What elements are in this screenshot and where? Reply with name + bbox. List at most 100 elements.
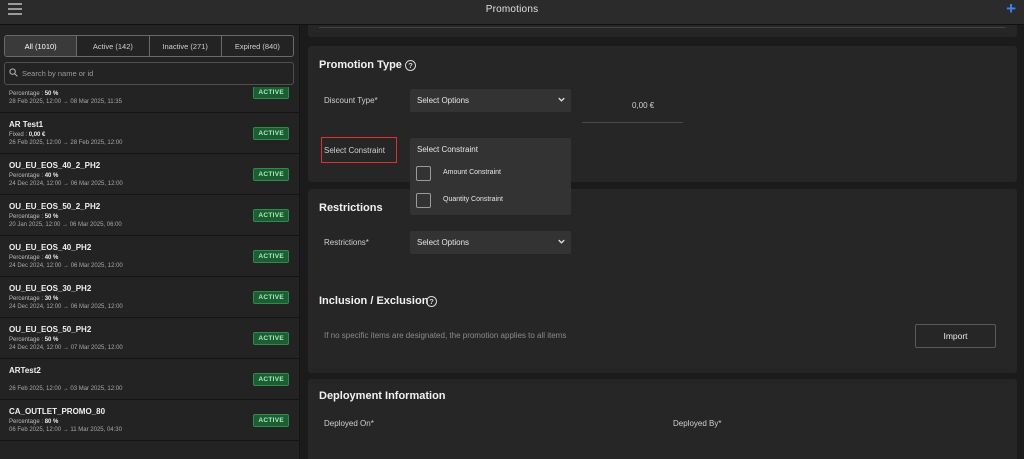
list-item[interactable]: OU_EU_EOS_40_2_PH2 Percentage : 40 % 24 De…: [0, 154, 299, 195]
constraint-dropdown: Amount Constraint Quantity Constraint: [410, 161, 571, 215]
promotion-name: OU_EU_EOS_30_PH2: [9, 284, 92, 293]
search-box: [4, 62, 294, 85]
promotion-value: 0,00 €: [28, 132, 46, 138]
promotion-type: Percentage : 50 %: [9, 337, 59, 343]
discount-type-value: Select Options: [417, 96, 470, 105]
promotion-name: CA_OUTLET_PROMO_80: [9, 407, 106, 416]
discount-type-label: Discount Type*: [324, 96, 378, 105]
promotion-name: AR Test1: [9, 120, 44, 129]
checkbox-amount-constraint[interactable]: [416, 166, 431, 181]
chevron-down-icon: [558, 239, 565, 244]
restrictions-label: Restrictions*: [324, 238, 369, 247]
promotion-name: OU_EU_EOS_50_PH2: [9, 325, 92, 334]
status-badge: ACTIVE: [253, 291, 289, 304]
promotion-type-label: Percentage: [9, 214, 40, 220]
promotion-type: Percentage : 50 %: [9, 214, 59, 220]
list-item[interactable]: OU_EU_EOS_40_PH2 Percentage : 40 % 24 Dec …: [0, 236, 299, 277]
option-amount-constraint[interactable]: Amount Constraint: [410, 161, 571, 188]
promotion-dates: 24 Dec 2024, 12:00 → 06 Mar 2025, 12:00: [9, 181, 123, 187]
promotion-value: 80 %: [44, 419, 59, 425]
filter-tab-inactive[interactable]: Inactive (271): [150, 36, 222, 56]
status-badge: ACTIVE: [253, 127, 289, 140]
help-circle-icon[interactable]: ?: [405, 60, 416, 71]
constraint-select[interactable]: Select Constraint: [410, 138, 571, 161]
promotion-type: Percentage : 50 %: [9, 91, 59, 97]
restrictions-select[interactable]: Select Options: [410, 231, 571, 254]
promotion-type: Percentage : 30 %: [9, 296, 59, 302]
option-label: Amount Constraint: [443, 169, 501, 176]
deployment-card: Deployment Information Deployed On* Depl…: [308, 379, 1017, 459]
promotion-value: 50 %: [44, 214, 59, 220]
promotion-value: 50 %: [44, 91, 59, 97]
promotion-type-title: Promotion Type: [319, 59, 402, 71]
amount-value: 0,00 €: [632, 101, 655, 110]
list-item[interactable]: ARTest2 26 Feb 2025, 12:00 → 03 Mar 2025,…: [0, 359, 299, 400]
promotion-list: 50_OFF_KITZBUHEL_CLOSURE Percentage : 50 …: [0, 87, 299, 459]
promotion-type-label: Percentage: [9, 255, 40, 261]
deployed-by-label: Deployed By*: [673, 419, 722, 428]
promotion-dates: 28 Feb 2025, 12:00 → 08 Mar 2025, 11:35: [9, 99, 122, 105]
previous-section-card: [308, 25, 1017, 37]
promotion-name: ARTest2: [9, 366, 41, 375]
status-badge: ACTIVE: [253, 209, 289, 222]
constraint-label: Select Constraint: [324, 146, 385, 155]
promotion-type-label: Percentage: [9, 337, 40, 343]
promotion-name: OU_EU_EOS_50_2_PH2: [9, 202, 101, 211]
chevron-down-icon: [558, 97, 565, 102]
promotion-dates: 24 Dec 2024, 12:00 → 07 Mar 2025, 12:00: [9, 345, 123, 351]
promotion-value: 50 %: [44, 337, 59, 343]
promotion-type-label: Percentage: [9, 173, 40, 179]
deployed-on-label: Deployed On*: [324, 419, 374, 428]
inclusion-title: Inclusion / Exclusion: [319, 295, 429, 307]
inclusion-note: If no specific items are designated, the…: [324, 331, 567, 340]
search-icon: [9, 68, 18, 77]
promotion-type-label: Percentage: [9, 419, 40, 425]
list-item[interactable]: OU_EU_EOS_30_PH2 Percentage : 30 % 24 Dec …: [0, 277, 299, 318]
constraint-select-value: Select Constraint: [417, 145, 478, 154]
list-item[interactable]: CA_OUTLET_PROMO_80 Percentage : 80 % 06 Fe…: [0, 400, 299, 441]
promotion-type: Fixed : 0,00 €: [9, 132, 46, 138]
list-item[interactable]: 50_OFF_KITZBUHEL_CLOSURE Percentage : 50 …: [0, 87, 299, 113]
promotion-type-label: Percentage: [9, 91, 40, 97]
list-item[interactable]: AR Test1 Fixed : 0,00 € 26 Feb 2025, 12:00…: [0, 113, 299, 154]
status-badge: ACTIVE: [253, 250, 289, 263]
status-badge: ACTIVE: [253, 373, 289, 386]
promotion-type-label: Fixed: [9, 132, 24, 138]
status-badge: ACTIVE: [253, 332, 289, 345]
status-badge: ACTIVE: [253, 168, 289, 181]
promotion-value: 40 %: [44, 173, 59, 179]
promotion-dates: 24 Dec 2024, 12:00 → 06 Mar 2025, 12:00: [9, 304, 123, 310]
promotion-name: OU_EU_EOS_40_PH2: [9, 243, 92, 252]
promotion-value: 30 %: [44, 296, 59, 302]
list-item[interactable]: OU_EU_EOS_50_2_PH2 Percentage : 50 % 20 Ja…: [0, 195, 299, 236]
main-panel: Promotion Type ? Discount Type* Select O…: [300, 25, 1024, 459]
promotion-dates: 20 Jan 2025, 12:00 → 06 Mar 2025, 06:00: [9, 222, 122, 228]
checkbox-quantity-constraint[interactable]: [416, 193, 431, 208]
status-badge: ACTIVE: [253, 414, 289, 427]
promotion-dates: 24 Dec 2024, 12:00 → 06 Mar 2025, 12:00: [9, 263, 123, 269]
plus-icon[interactable]: +: [1006, 0, 1016, 19]
promotion-dates: 26 Feb 2025, 12:00 → 03 Mar 2025, 12:00: [9, 386, 123, 392]
filter-tab-all[interactable]: All (1010): [5, 36, 78, 56]
help-circle-icon[interactable]: ?: [426, 296, 437, 307]
amount-underline: [582, 122, 683, 123]
list-item[interactable]: OU_EU_EOS_50_PH2 Percentage : 50 % 24 Dec …: [0, 318, 299, 359]
inclusion-card: Inclusion / Exclusion ? If no specific i…: [308, 283, 1017, 373]
restrictions-title: Restrictions: [319, 202, 383, 214]
import-button[interactable]: Import: [915, 324, 996, 348]
search-input[interactable]: [22, 66, 282, 81]
option-label: Quantity Constraint: [443, 196, 503, 203]
deployment-title: Deployment Information: [319, 390, 446, 402]
promotion-name: OU_EU_EOS_40_2_PH2: [9, 161, 101, 170]
filter-tab-expired[interactable]: Expired (840): [222, 36, 293, 56]
promotion-type-label: Percentage: [9, 296, 40, 302]
promotion-dates: 26 Feb 2025, 12:00 → 28 Feb 2025, 12:00: [9, 140, 123, 146]
restrictions-value: Select Options: [417, 238, 470, 247]
filter-tab-active[interactable]: Active (142): [77, 36, 150, 56]
option-quantity-constraint[interactable]: Quantity Constraint: [410, 188, 571, 215]
filter-tabs: All (1010) Active (142) Inactive (271) E…: [4, 35, 294, 57]
promotion-dates: 06 Feb 2025, 12:00 → 11 Mar 2025, 04:30: [9, 427, 122, 433]
promotion-value: 40 %: [44, 255, 59, 261]
status-badge: ACTIVE: [253, 87, 289, 99]
discount-type-select[interactable]: Select Options: [410, 89, 571, 112]
